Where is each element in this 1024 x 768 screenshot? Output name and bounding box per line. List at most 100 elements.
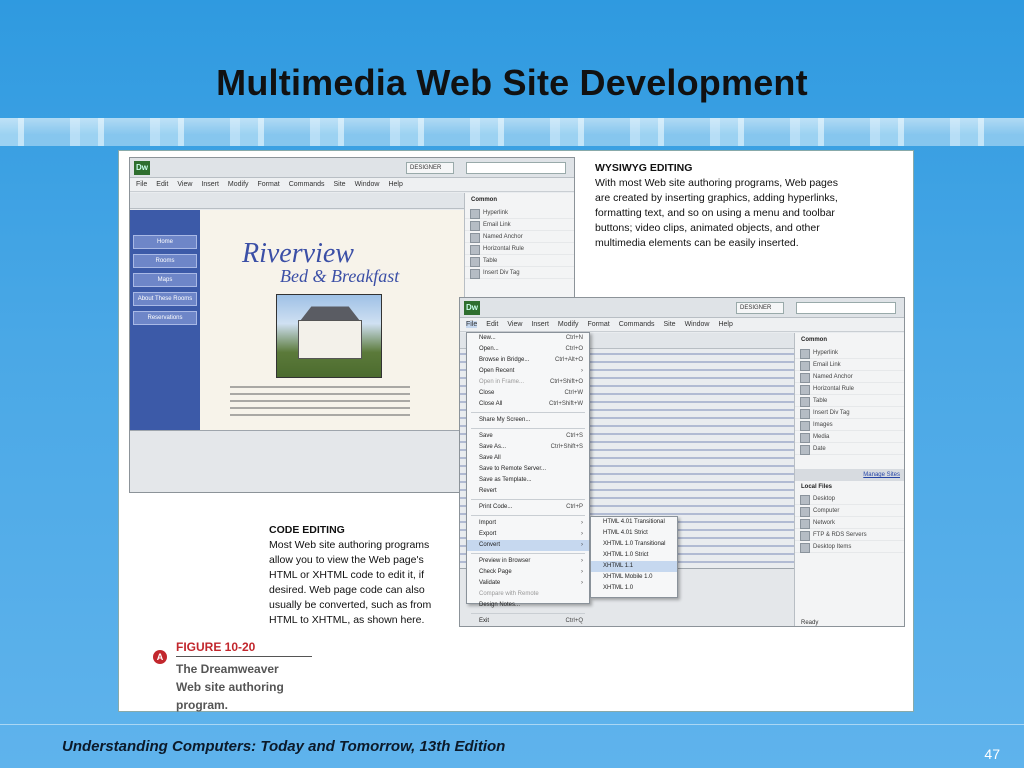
insert-email-link[interactable]: Email Link [465, 219, 574, 231]
menu-insert[interactable]: Insert [201, 181, 219, 188]
insert-date-2[interactable]: Date [795, 443, 904, 455]
figure-caption: FIGURE 10-20 The Dreamweaver Web site au… [176, 640, 312, 714]
menu-modify-2[interactable]: Modify [558, 321, 579, 328]
menu-insert-2[interactable]: Insert [531, 321, 549, 328]
site-nav-maps[interactable]: Maps [133, 273, 197, 287]
insert-panel-header-2: Common [801, 337, 827, 343]
menu-help-2[interactable]: Help [718, 321, 732, 328]
site-nav-rooms[interactable]: Rooms [133, 254, 197, 268]
file-computer[interactable]: Computer [795, 505, 904, 517]
figure-badge-icon: A [153, 650, 167, 664]
figure-caption-line2: Web site authoring [176, 680, 284, 694]
convert-xhtml10[interactable]: XHTML 1.0 [591, 583, 677, 594]
menu-item-save[interactable]: Save Ctrl+S [467, 431, 589, 442]
menu-site-2[interactable]: Site [664, 321, 676, 328]
wysiwyg-caption: WYSIWYG EDITING With most Web site autho… [595, 161, 845, 251]
convert-xhtml10-strict[interactable]: XHTML 1.0 Strict [591, 550, 677, 561]
decorative-strip [0, 118, 1024, 146]
menu-help[interactable]: Help [388, 181, 402, 188]
menu-item-save-all[interactable]: Save All [467, 453, 589, 464]
menu-window[interactable]: Window [355, 181, 380, 188]
file-menu-dropdown: New... Ctrl+N Open... Ctrl+O Browse in Bri… [466, 332, 590, 624]
menu-item-save-template[interactable]: Save as Template... [467, 475, 589, 486]
insert-horizontal-rule-2[interactable]: Horizontal Rule [795, 383, 904, 395]
convert-html401-transitional[interactable]: HTML 4.01 Transitional [591, 517, 677, 528]
file-desktop-items[interactable]: Desktop Items [795, 541, 904, 553]
insert-named-anchor[interactable]: Named Anchor [465, 231, 574, 243]
menu-window-2[interactable]: Window [685, 321, 710, 328]
site-nav-home[interactable]: Home [133, 235, 197, 249]
insert-hyperlink[interactable]: Hyperlink [465, 207, 574, 219]
menu-item-save-remote[interactable]: Save to Remote Server... [467, 464, 589, 475]
files-panel-tabs: Manage Sites [795, 469, 904, 481]
menu-format-2[interactable]: Format [588, 321, 610, 328]
menu-item-preview-browser[interactable]: Preview in Browser › [467, 556, 589, 567]
menu-item-new[interactable]: New... Ctrl+N [467, 333, 589, 344]
workspace-switcher-2[interactable]: DESIGNER [736, 302, 784, 314]
menu-item-check-page[interactable]: Check Page › [467, 567, 589, 578]
insert-horizontal-rule[interactable]: Horizontal Rule [465, 243, 574, 255]
dreamweaver-logo-2: Dw [464, 301, 480, 315]
menu-item-open[interactable]: Open... Ctrl+O [467, 344, 589, 355]
figure-caption-line1: The Dreamweaver [176, 662, 279, 676]
menu-item-design-notes[interactable]: Design Notes... [467, 600, 589, 611]
insert-div-tag[interactable]: Insert Div Tag [465, 267, 574, 279]
menu-item-save-as[interactable]: Save As... Ctrl+Shift+S [467, 442, 589, 453]
menu-edit[interactable]: Edit [156, 181, 168, 188]
menu-item-open-recent[interactable]: Open Recent › [467, 366, 589, 377]
wysiwyg-body: With most Web site authoring programs, W… [595, 177, 838, 249]
menu-format[interactable]: Format [258, 181, 280, 188]
menu-file-2[interactable]: File [466, 321, 478, 328]
slide-footer: Understanding Computers: Today and Tomor… [62, 738, 506, 755]
menu-commands[interactable]: Commands [289, 181, 325, 188]
convert-xhtml11[interactable]: XHTML 1.1 [591, 561, 677, 572]
site-nav-reservations[interactable]: Reservations [133, 311, 197, 325]
menu-item-export[interactable]: Export › [467, 529, 589, 540]
menu-item-print-code[interactable]: Print Code... Ctrl+P [467, 502, 589, 513]
insert-table-2[interactable]: Table [795, 395, 904, 407]
menu-item-exit[interactable]: Exit Ctrl+Q [467, 616, 589, 626]
menu-item-share-screen[interactable]: Share My Screen... [467, 415, 589, 426]
convert-xhtml10-transitional[interactable]: XHTML 1.0 Transitional [591, 539, 677, 550]
site-nav-about[interactable]: About These Rooms [133, 292, 197, 306]
code-body: Most Web site authoring programs allow y… [269, 539, 432, 626]
menu-view-2[interactable]: View [507, 321, 522, 328]
menu-item-browse-bridge[interactable]: Browse in Bridge... Ctrl+Alt+O [467, 355, 589, 366]
insert-table[interactable]: Table [465, 255, 574, 267]
menu-item-compare-remote[interactable]: Compare with Remote [467, 589, 589, 600]
files-header: Local Files [801, 484, 833, 490]
dreamweaver-code-window: Dw DESIGNER File Edit View Insert Modify Form… [459, 297, 905, 627]
convert-xhtml-mobile[interactable]: XHTML Mobile 1.0 [591, 572, 677, 583]
menu-item-import[interactable]: Import › [467, 518, 589, 529]
file-desktop[interactable]: Desktop [795, 493, 904, 505]
menu-item-close-all[interactable]: Close All Ctrl+Shift+W [467, 399, 589, 410]
workspace-switcher[interactable]: DESIGNER [406, 162, 454, 174]
menu-item-close[interactable]: Close Ctrl+W [467, 388, 589, 399]
insert-media-2[interactable]: Media [795, 431, 904, 443]
file-ftp-servers[interactable]: FTP & RDS Servers [795, 529, 904, 541]
help-search-input-2[interactable] [796, 302, 896, 314]
convert-html401-strict[interactable]: HTML 4.01 Strict [591, 528, 677, 539]
file-network[interactable]: Network [795, 517, 904, 529]
menu-site[interactable]: Site [334, 181, 346, 188]
insert-div-tag-2[interactable]: Insert Div Tag [795, 407, 904, 419]
insert-email-link-2[interactable]: Email Link [795, 359, 904, 371]
menu-file[interactable]: File [136, 181, 147, 188]
menu-item-validate[interactable]: Validate › [467, 578, 589, 589]
menu-item-open-in-frame[interactable]: Open in Frame... Ctrl+Shift+O [467, 377, 589, 388]
menu-modify[interactable]: Modify [228, 181, 249, 188]
insert-hyperlink-2[interactable]: Hyperlink [795, 347, 904, 359]
insert-images-2[interactable]: Images [795, 419, 904, 431]
help-search-input[interactable] [466, 162, 566, 174]
menu-edit-2[interactable]: Edit [486, 321, 498, 328]
menu-item-convert[interactable]: Convert › [467, 540, 589, 551]
menu-view[interactable]: View [177, 181, 192, 188]
figure-caption-line3: program. [176, 698, 229, 712]
site-body-text [230, 386, 410, 416]
menu-commands-2[interactable]: Commands [619, 321, 655, 328]
insert-named-anchor-2[interactable]: Named Anchor [795, 371, 904, 383]
menu-bar: File Edit View Insert Modify Format Commands Si… [130, 178, 574, 192]
page-number: 47 [984, 746, 1000, 762]
menu-item-revert[interactable]: Revert [467, 486, 589, 497]
status-ready: Ready [801, 620, 819, 626]
